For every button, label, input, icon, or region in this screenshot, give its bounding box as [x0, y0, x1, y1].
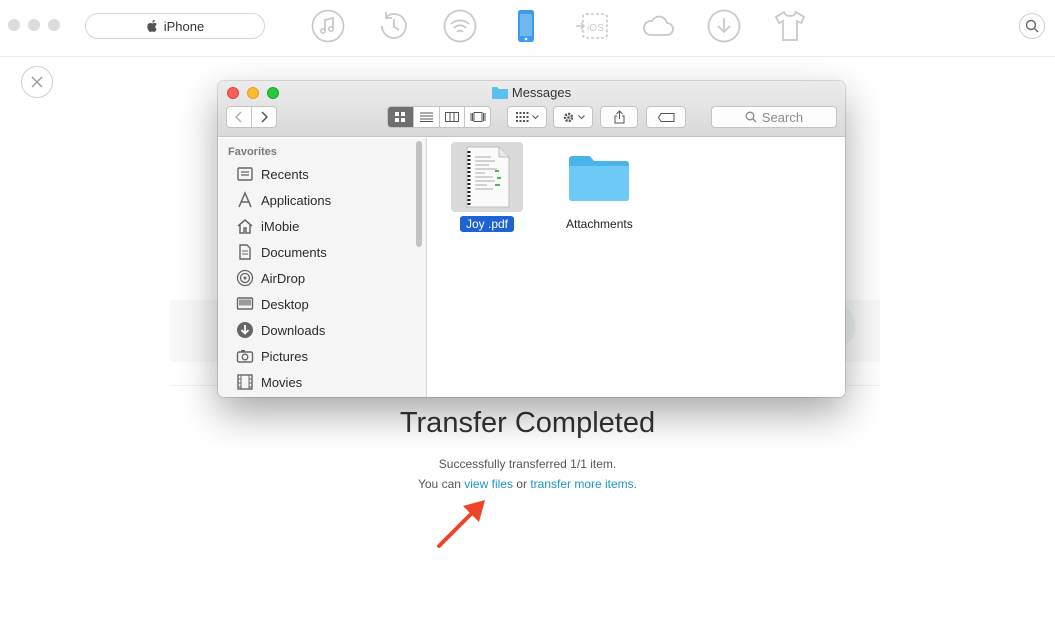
- gear-icon: [563, 112, 573, 122]
- close-window-button[interactable]: [8, 19, 20, 31]
- search-icon: [745, 111, 757, 123]
- downloads-icon: [237, 322, 253, 338]
- chevron-right-icon: [261, 111, 269, 123]
- device-name: iPhone: [163, 18, 205, 34]
- share-icon: [614, 110, 624, 124]
- grid-icon: [395, 111, 406, 122]
- top-toolbar: iPhone iOS: [0, 0, 1055, 57]
- movies-icon: [237, 374, 253, 390]
- arrange-button[interactable]: [507, 106, 547, 128]
- transfer-actions: You can view files or transfer more item…: [0, 477, 1055, 491]
- view-mode-group: [387, 106, 491, 128]
- transfer-more-link[interactable]: transfer more items.: [530, 477, 637, 491]
- close-icon: [31, 76, 43, 88]
- pictures-icon: [236, 350, 254, 363]
- folder-icon: [569, 156, 630, 201]
- search-button[interactable]: [1019, 13, 1045, 39]
- wifi-sync-icon[interactable]: [442, 8, 478, 44]
- folder-thumbnail: [563, 142, 635, 212]
- finder-window: Messages Search Favorites Recents Applic…: [218, 81, 845, 397]
- icon-view-button[interactable]: [388, 107, 414, 127]
- pointer-arrow-icon: [437, 500, 485, 548]
- sidebar-item-recents[interactable]: Recents: [236, 163, 309, 185]
- chevron-down-icon: [577, 114, 585, 119]
- minimize-window-button[interactable]: [28, 19, 40, 31]
- actions-prefix: You can: [417, 477, 461, 491]
- sidebar-heading: Favorites: [228, 146, 277, 158]
- finder-content: Joy .pdf Attachments: [428, 138, 845, 397]
- forward-button[interactable]: [251, 107, 276, 127]
- finder-titlebar: Messages Search: [218, 81, 845, 137]
- airdrop-icon: [236, 269, 254, 287]
- transfer-subtitle: Successfully transferred 1/1 item.: [438, 457, 617, 471]
- nav-buttons: [226, 106, 277, 128]
- shirt-icon[interactable]: [772, 8, 808, 44]
- applications-icon: [238, 191, 252, 208]
- search-icon: [1025, 19, 1039, 33]
- cloud-icon[interactable]: [640, 8, 676, 44]
- phone-icon[interactable]: [508, 8, 544, 44]
- column-view-button[interactable]: [438, 107, 465, 127]
- list-view-button[interactable]: [413, 107, 439, 127]
- pdf-thumbnail: [451, 142, 523, 212]
- desktop-icon: [236, 297, 254, 310]
- close-button[interactable]: [21, 66, 53, 98]
- back-button[interactable]: [227, 107, 251, 127]
- finder-search-field[interactable]: Search: [711, 106, 837, 128]
- folder-name: Attachments: [566, 217, 633, 231]
- file-item-folder[interactable]: Attachments: [560, 142, 639, 232]
- finder-title-text: Messages: [511, 85, 572, 100]
- actions-or: or: [516, 477, 527, 491]
- music-icon[interactable]: [310, 8, 346, 44]
- sidebar-item-pictures[interactable]: Pictures: [236, 345, 308, 367]
- history-icon[interactable]: [376, 8, 412, 44]
- device-selector[interactable]: iPhone: [85, 13, 265, 39]
- home-icon: [237, 219, 253, 234]
- action-button[interactable]: [553, 106, 593, 128]
- zoom-window-button[interactable]: [48, 19, 60, 31]
- gallery-view-button[interactable]: [464, 107, 490, 127]
- recents-icon: [237, 167, 253, 181]
- ios-transfer-icon[interactable]: iOS: [574, 8, 610, 44]
- tag-icon: [657, 112, 674, 122]
- app-window: iPhone iOS Transfer Completed Successful…: [0, 0, 1055, 630]
- documents-icon: [239, 244, 251, 260]
- file-name: Joy .pdf: [459, 216, 515, 232]
- transfer-title: Transfer Completed: [399, 407, 656, 439]
- list-icon: [420, 112, 434, 122]
- sidebar-item-documents[interactable]: Documents: [236, 241, 327, 263]
- sidebar-item-airdrop[interactable]: AirDrop: [236, 267, 305, 289]
- chevron-left-icon: [235, 111, 242, 123]
- pdf-document-icon: [466, 146, 510, 208]
- sidebar-item-downloads[interactable]: Downloads: [236, 319, 325, 341]
- sidebar-scrollbar[interactable]: [416, 141, 422, 247]
- chevron-down-icon: [531, 114, 539, 119]
- view-files-link[interactable]: view files: [464, 477, 513, 491]
- finder-sidebar: Favorites Recents Applications iMobie Do…: [218, 138, 427, 397]
- feature-toolbar: iOS: [310, 8, 808, 44]
- columns-icon: [445, 112, 460, 122]
- sidebar-item-movies[interactable]: Movies: [236, 371, 302, 393]
- apple-logo-icon: [147, 19, 157, 32]
- file-item-pdf[interactable]: Joy .pdf: [451, 142, 523, 232]
- search-placeholder: Search: [761, 109, 804, 125]
- svg-text:iOS: iOS: [587, 23, 604, 34]
- folder-icon: [491, 87, 508, 99]
- sidebar-item-applications[interactable]: Applications: [236, 189, 331, 211]
- window-controls: [8, 19, 60, 31]
- share-button[interactable]: [600, 106, 638, 128]
- finder-title: Messages: [218, 85, 845, 100]
- arrange-icon: [515, 112, 529, 122]
- gallery-icon: [470, 112, 486, 122]
- tags-button[interactable]: [646, 106, 686, 128]
- sidebar-item-desktop[interactable]: Desktop: [236, 293, 309, 315]
- download-icon[interactable]: [706, 8, 742, 44]
- sidebar-item-imobie[interactable]: iMobie: [236, 215, 299, 237]
